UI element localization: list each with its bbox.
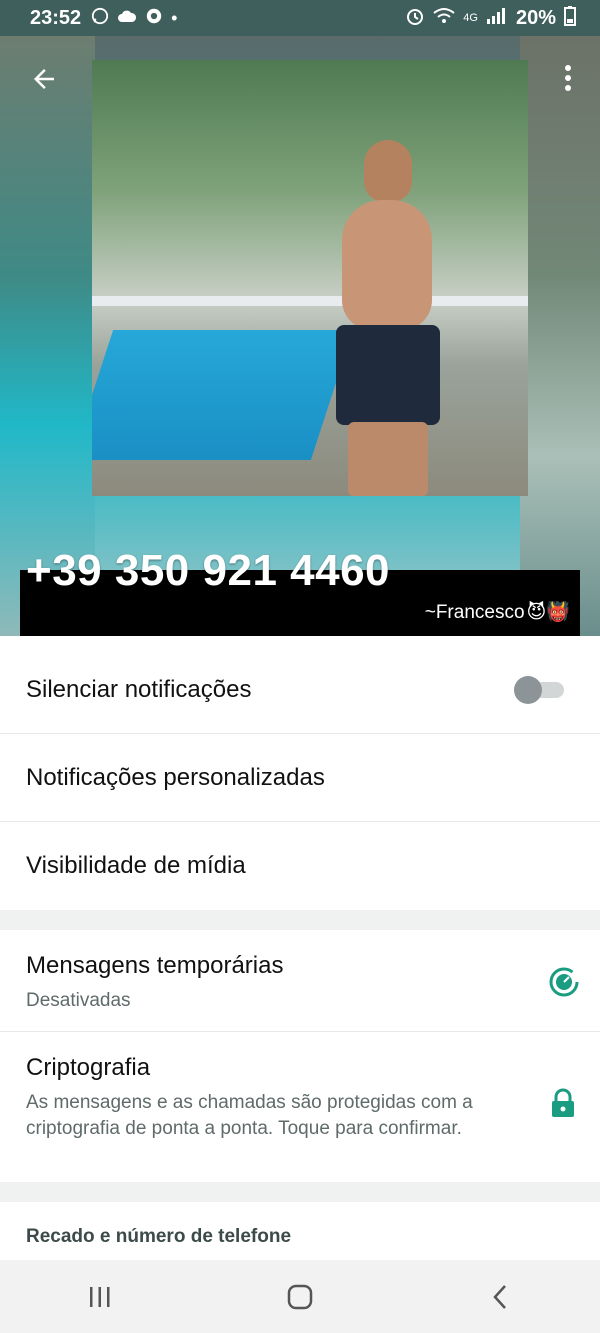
disappearing-messages-label: Mensagens temporárias <box>26 952 284 979</box>
mute-toggle[interactable] <box>514 676 564 704</box>
custom-notifications-label: Notificações personalizadas <box>26 763 325 791</box>
mute-notifications-label: Silenciar notificações <box>26 675 252 703</box>
push-name-emojis: 😈👹 <box>526 602 570 623</box>
encryption-description: As mensagens e as chamadas são protegida… <box>26 1092 473 1139</box>
profile-header: +39 350 921 4460 ~Francesco 😈👹 <box>0 36 600 636</box>
signal-icon <box>486 7 508 29</box>
about-section: Recado e número de telefone <box>0 1202 600 1260</box>
profile-photo[interactable] <box>92 60 528 496</box>
privacy-settings: Mensagens temporárias Desativadas Cripto… <box>0 930 600 1182</box>
notification-settings: Silenciar notificações Notificações pers… <box>0 646 600 910</box>
status-bar: 23:52 • 4G 20% <box>0 0 600 36</box>
status-time: 23:52 <box>30 6 82 29</box>
back-arrow-icon[interactable] <box>26 64 62 100</box>
media-visibility-label: Visibilidade de mídia <box>26 852 246 879</box>
about-section-label: Recado e número de telefone <box>26 1226 292 1247</box>
encryption-label: Criptografia <box>26 1054 151 1081</box>
battery-icon <box>564 5 576 31</box>
contact-phone-number: +39 350 921 4460 <box>26 546 391 595</box>
contact-push-name: ~Francesco 😈👹 <box>425 600 570 624</box>
section-divider <box>0 910 600 930</box>
mute-notifications-row[interactable]: Silenciar notificações <box>0 646 600 734</box>
recent-apps-icon[interactable] <box>80 1277 120 1317</box>
push-name-text: ~Francesco <box>424 602 525 623</box>
more-options-icon[interactable] <box>556 64 580 100</box>
cloud-icon <box>117 8 137 29</box>
back-nav-icon[interactable] <box>480 1277 520 1317</box>
dot-icon: • <box>171 7 178 28</box>
chrome-icon <box>145 7 163 30</box>
alarm-icon <box>405 6 425 31</box>
photo-blur-right <box>520 36 600 636</box>
disappearing-timer-icon <box>548 966 580 998</box>
whatsapp-icon <box>91 7 109 30</box>
system-nav-bar <box>0 1260 600 1333</box>
battery-percent: 20% <box>515 6 556 29</box>
media-visibility-row[interactable]: Visibilidade de mídia <box>0 822 600 910</box>
lock-icon <box>550 1088 576 1118</box>
encryption-row[interactable]: Criptografia As mensagens e as chamadas … <box>0 1032 600 1182</box>
section-divider <box>0 1182 600 1202</box>
wifi-icon <box>433 7 455 30</box>
disappearing-messages-value: Desativadas <box>26 990 131 1011</box>
custom-notifications-row[interactable]: Notificações personalizadas <box>0 734 600 822</box>
disappearing-messages-row[interactable]: Mensagens temporárias Desativadas <box>0 930 600 1032</box>
4g-icon: 4G <box>463 12 478 24</box>
home-icon[interactable] <box>280 1277 320 1317</box>
